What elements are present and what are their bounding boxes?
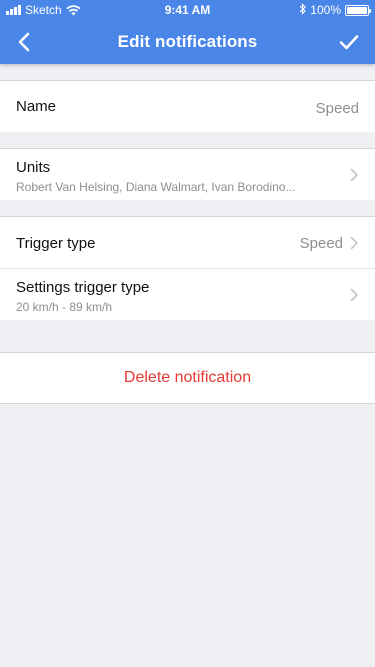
chevron-right-icon	[350, 236, 359, 250]
delete-notification-button[interactable]: Delete notification	[0, 352, 375, 404]
units-subtitle: Robert Van Helsing, Diana Walmart, Ivan …	[16, 180, 296, 194]
status-right: 100%	[299, 2, 371, 18]
app-header: Sketch 9:41 AM 100% Edit notifications	[0, 0, 375, 64]
checkmark-icon	[339, 35, 359, 50]
settings-trigger-type-label: Settings trigger type	[16, 279, 150, 296]
nav-bar: Edit notifications	[0, 20, 375, 64]
confirm-button[interactable]	[333, 26, 365, 58]
delete-notification-label: Delete notification	[123, 369, 252, 386]
settings-trigger-type-row[interactable]: Settings trigger type 20 km/h - 89 km/h	[0, 268, 375, 320]
status-bar: Sketch 9:41 AM 100%	[0, 0, 375, 20]
name-value: Speed	[315, 100, 359, 117]
name-row[interactable]: Name Speed	[0, 81, 375, 132]
settings-trigger-type-subtitle: 20 km/h - 89 km/h	[16, 300, 113, 314]
battery-icon	[345, 4, 371, 16]
chevron-right-icon	[350, 288, 359, 302]
trigger-group: Trigger type Speed Settings trigger type…	[0, 216, 375, 320]
page-title: Edit notifications	[117, 32, 258, 51]
units-group: Units Robert Van Helsing, Diana Walmart,…	[0, 148, 375, 200]
name-group: Name Speed	[0, 80, 375, 132]
trigger-type-label: Trigger type	[16, 235, 96, 252]
name-label: Name	[16, 98, 57, 115]
units-label: Units	[16, 159, 51, 176]
chevron-right-icon	[350, 168, 359, 182]
bluetooth-icon	[299, 2, 307, 18]
trigger-type-value: Speed	[299, 235, 343, 252]
battery-percent: 100%	[310, 3, 341, 17]
trigger-type-row[interactable]: Trigger type Speed	[0, 217, 375, 268]
battery-fill	[347, 6, 367, 14]
units-row[interactable]: Units Robert Van Helsing, Diana Walmart,…	[0, 149, 375, 200]
